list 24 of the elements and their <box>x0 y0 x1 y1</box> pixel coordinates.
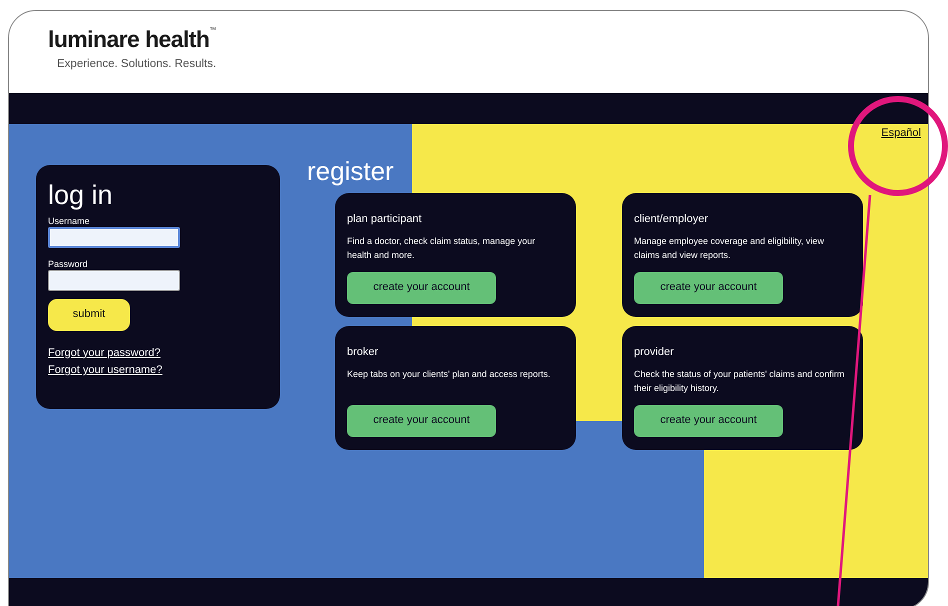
card-description: Keep tabs on your clients' plan and access reports. <box>347 368 552 381</box>
card-description: Check the status of your patients' claims and confirm their eligibility history. <box>634 368 845 394</box>
submit-button[interactable]: submit <box>48 298 130 330</box>
input-field[interactable] <box>48 270 180 290</box>
language-link[interactable]: Español <box>881 125 921 142</box>
create-account-button[interactable]: create your account <box>347 404 496 436</box>
create-account-button[interactable]: create your account <box>347 272 496 304</box>
field-label: Username <box>48 214 91 226</box>
tagline: Experience. Solutions. Results. <box>57 57 218 72</box>
card-description: Manage employee coverage and eligibility, view claims and view reports. <box>634 234 825 262</box>
card-title: plan participant <box>347 212 423 226</box>
logo: luminare health <box>48 25 210 53</box>
register-title: register <box>307 156 395 186</box>
card-title: provider <box>634 344 675 358</box>
forgot-link[interactable]: Forgot your username? <box>48 362 162 378</box>
create-account-button[interactable]: create your account <box>634 404 783 436</box>
create-account-button[interactable]: create your account <box>634 272 783 304</box>
card-description: Find a doctor, check claim status, manage your health and more. <box>347 234 536 262</box>
card-title: client/employer <box>634 212 709 226</box>
input-field[interactable] <box>48 226 180 248</box>
card-title: broker <box>347 344 380 358</box>
forgot-link[interactable]: Forgot your password? <box>48 344 160 361</box>
field-label: Password <box>48 258 89 270</box>
login-title: log in <box>48 178 114 210</box>
